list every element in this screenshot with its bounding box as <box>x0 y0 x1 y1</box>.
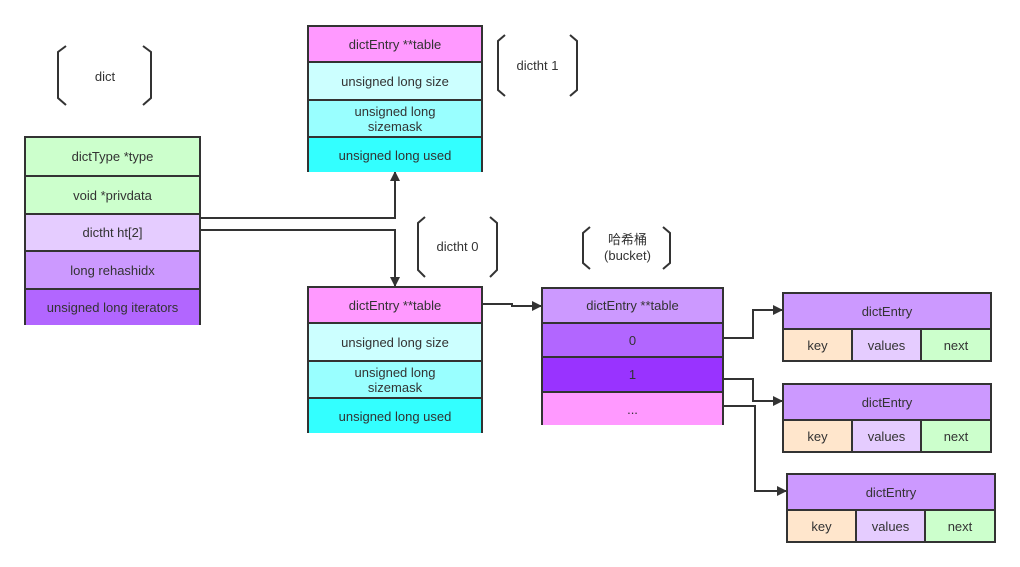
dictht1-label: dictht 1 <box>516 58 559 73</box>
dict-entry-1-values: values <box>853 328 922 360</box>
arrow-table-to-bucket <box>483 301 542 311</box>
bucket-struct: dictEntry **table 0 1 ... <box>541 287 724 425</box>
dictht0-struct: dictEntry **table unsigned long size uns… <box>307 286 483 433</box>
dict-entry-3-title: dictEntry <box>788 475 994 509</box>
dictht0-field-table: dictEntry **table <box>309 288 481 322</box>
dict-entry-3: dictEntry key values next <box>786 473 996 543</box>
arrow-bucket0-to-entry1 <box>723 305 783 339</box>
dictht1-field-table: dictEntry **table <box>309 27 481 61</box>
bucket-slot-1: 1 <box>543 356 722 391</box>
arrow-ht-to-dictht0 <box>200 229 400 287</box>
dict-label: dict <box>94 69 116 84</box>
dict-field-type: dictType *type <box>26 138 199 175</box>
dict-field-ht: dictht ht[2] <box>26 213 199 250</box>
dictht1-field-used: unsigned long used <box>309 136 481 172</box>
dictht1-field-size: unsigned long size <box>309 61 481 99</box>
dictht0-field-used: unsigned long used <box>309 397 481 433</box>
bucket-field-table: dictEntry **table <box>543 289 722 322</box>
dictht0-label: dictht 0 <box>436 239 479 254</box>
dict-entry-1-key: key <box>784 328 853 360</box>
dict-struct: dictType *type void *privdata dictht ht[… <box>24 136 201 325</box>
dict-field-iterators: unsigned long iterators <box>26 288 199 325</box>
arrow-ht-to-dictht1 <box>200 171 400 219</box>
dict-entry-2-title: dictEntry <box>784 385 990 419</box>
bucket-label-cn: 哈希桶 <box>607 232 647 247</box>
dict-entry-1: dictEntry key values next <box>782 292 992 362</box>
dictht1-struct: dictEntry **table unsigned long size uns… <box>307 25 483 172</box>
dict-entry-2-values: values <box>853 419 922 451</box>
dict-entry-2: dictEntry key values next <box>782 383 992 453</box>
bucket-slot-etc: ... <box>543 391 722 425</box>
dict-entry-1-title: dictEntry <box>784 294 990 328</box>
arrow-bucket-etc-to-entry3 <box>723 405 787 496</box>
dict-entry-3-next: next <box>926 509 994 541</box>
dict-entry-3-key: key <box>788 509 857 541</box>
arrow-bucket1-to-entry2 <box>723 378 783 406</box>
dict-entry-2-key: key <box>784 419 853 451</box>
dictht0-field-size: unsigned long size <box>309 322 481 360</box>
dictht1-field-sizemask: unsigned long sizemask <box>309 99 481 136</box>
dict-entry-2-next: next <box>922 419 990 451</box>
bucket-label: 哈希桶 (bucket) <box>585 232 670 264</box>
dictht0-field-sizemask: unsigned long sizemask <box>309 360 481 397</box>
bucket-slot-0: 0 <box>543 322 722 356</box>
dict-field-rehashidx: long rehashidx <box>26 250 199 288</box>
dict-field-privdata: void *privdata <box>26 175 199 213</box>
bucket-label-en: (bucket) <box>604 248 651 263</box>
dict-entry-3-values: values <box>857 509 926 541</box>
dict-entry-1-next: next <box>922 328 990 360</box>
